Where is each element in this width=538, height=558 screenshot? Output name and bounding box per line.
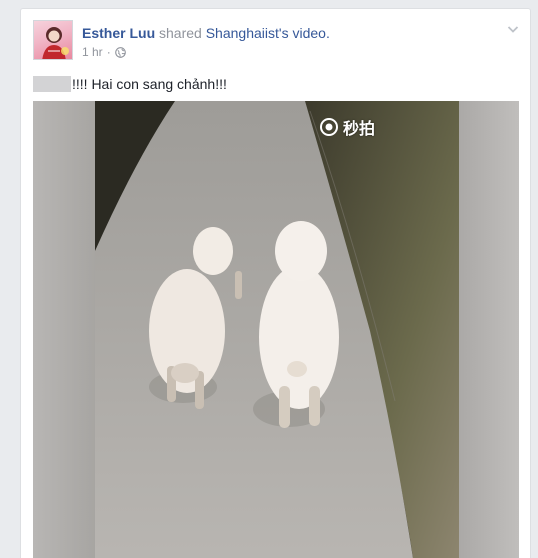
camera-eye-icon [320,118,338,136]
caption-text: !!!! Hai con sang chảnh!!! [72,76,227,92]
redacted-text [33,76,71,92]
owner-possessive: 's [278,25,289,41]
globe-icon[interactable] [114,46,126,58]
video-blur-right [457,101,519,558]
video-frame [95,101,459,558]
video-player[interactable]: 秒拍 [33,101,519,558]
video-watermark: 秒拍 [319,115,375,139]
owner-name-link[interactable]: Shanghaiist [206,25,279,41]
story-meta: 1 hr · [82,45,126,59]
watermark-text: 秒拍 [343,121,376,138]
video-blur-left [33,101,95,558]
avatar[interactable] [33,20,73,60]
post-caption: !!!! Hai con sang chảnh!!! [33,75,227,93]
chevron-down-icon[interactable] [506,22,520,36]
timestamp-link[interactable]: 1 hr [82,45,103,59]
story-headline: Esther Luu shared Shanghaiist's video. [82,24,330,42]
media-type-link[interactable]: video. [292,25,329,41]
feed-story-card: Esther Luu shared Shanghaiist's video. 1… [20,8,531,558]
meta-separator: · [106,45,111,59]
share-verb: shared [159,25,202,41]
actor-name-link[interactable]: Esther Luu [82,25,155,41]
